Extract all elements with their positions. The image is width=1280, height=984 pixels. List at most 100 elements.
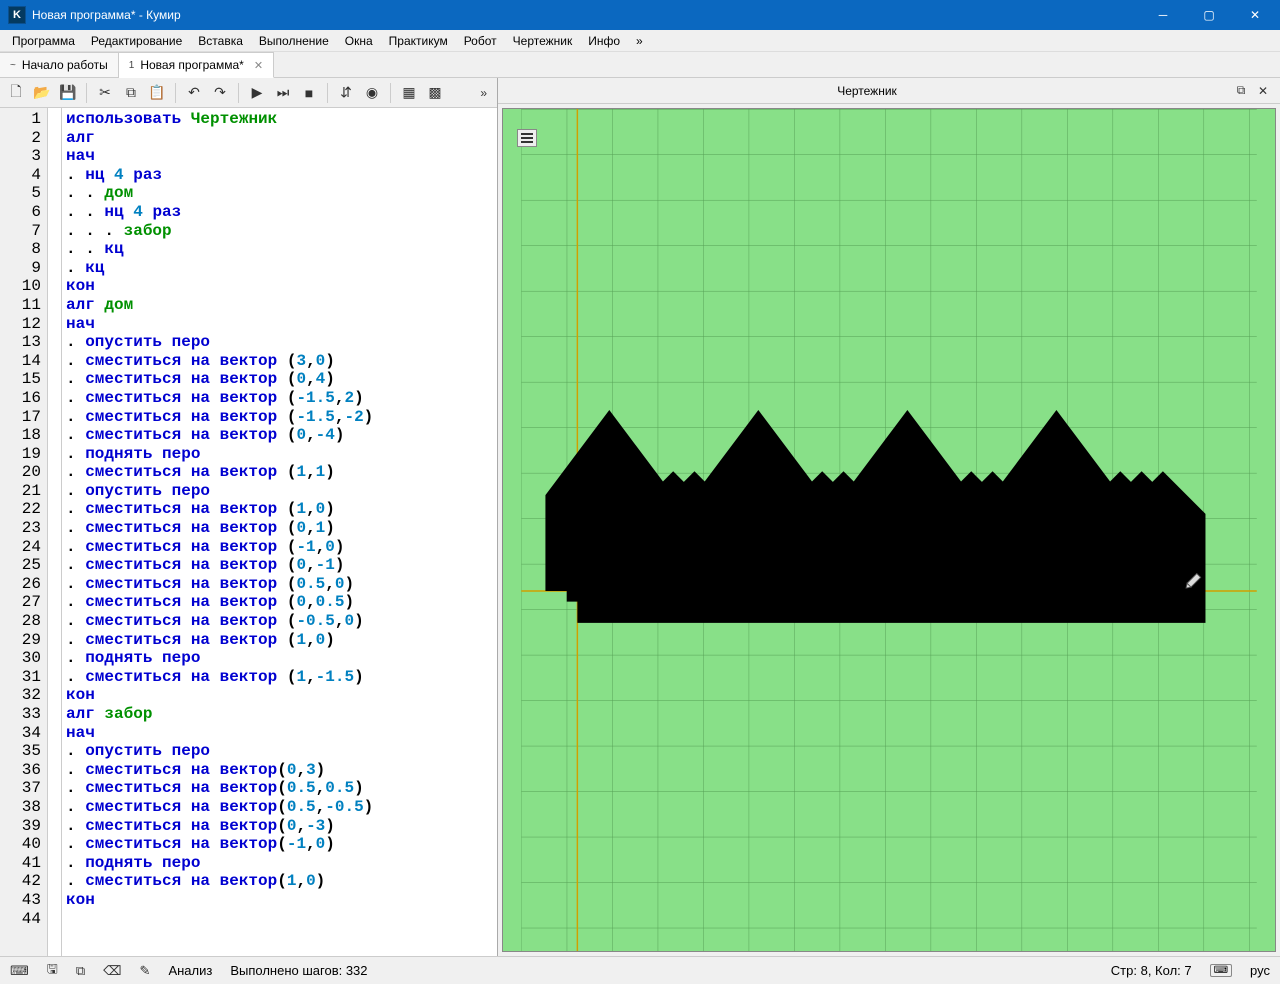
menu-item[interactable]: Инфо	[580, 32, 628, 50]
code-line: кон	[66, 891, 493, 910]
toolbar-more[interactable]: »	[474, 86, 493, 100]
code-line: . сместиться на вектор (0,1)	[66, 519, 493, 538]
tab-label: Начало работы	[22, 58, 108, 72]
canvas-popout-icon[interactable]: ⧉	[1230, 80, 1252, 102]
close-button[interactable]: ✕	[1232, 0, 1278, 30]
code-line: . сместиться на вектор (-1.5,-2)	[66, 408, 493, 427]
code-line: . сместиться на вектор(0.5,-0.5)	[66, 798, 493, 817]
content-row: 🗋 📂 💾 ✂ ⧉ 📋 ↶ ↷ ▶ ⏭ ■ ⇵ ◉ ▦ ▩ »	[0, 78, 1280, 956]
breakpoint-icon[interactable]: ◉	[360, 81, 384, 105]
menu-item[interactable]: Программа	[4, 32, 83, 50]
canvas-title: Чертежник	[504, 84, 1230, 98]
maximize-button[interactable]: ▢	[1186, 0, 1232, 30]
menu-item[interactable]: Вставка	[190, 32, 251, 50]
code-line: нач	[66, 724, 493, 743]
paste-icon[interactable]: 📋	[145, 81, 169, 105]
undo-icon[interactable]: ↶	[182, 81, 206, 105]
sb-terminal-icon[interactable]: ⌨	[10, 963, 29, 979]
canvas-area[interactable]	[502, 108, 1276, 952]
line-number: 6	[0, 203, 41, 222]
code-line: . нц 4 раз	[66, 166, 493, 185]
line-number: 13	[0, 333, 41, 352]
code-line: . сместиться на вектор(-1,0)	[66, 835, 493, 854]
copy-icon[interactable]: ⧉	[119, 81, 143, 105]
line-number: 44	[0, 910, 41, 929]
sb-clear-icon[interactable]: ⌫	[103, 963, 121, 979]
menu-item[interactable]: Выполнение	[251, 32, 337, 50]
grid2-icon[interactable]: ▩	[423, 81, 447, 105]
code-line: . . кц	[66, 240, 493, 259]
editor-body: 1234567891011121314151617181920212223242…	[0, 108, 497, 956]
redo-icon[interactable]: ↷	[208, 81, 232, 105]
code-line: . поднять перо	[66, 445, 493, 464]
menu-item[interactable]: Робот	[456, 32, 505, 50]
tab-icon: 1	[129, 60, 135, 71]
tab-label: Новая программа*	[140, 58, 244, 72]
editor-tab[interactable]: 1 Новая программа* ✕	[119, 52, 274, 78]
code-line: . сместиться на вектор (1,1)	[66, 463, 493, 482]
code-line: алг забор	[66, 705, 493, 724]
save-file-icon[interactable]: 💾	[56, 81, 80, 105]
line-gutter: 1234567891011121314151617181920212223242…	[0, 108, 48, 956]
minimize-button[interactable]: ─	[1140, 0, 1186, 30]
canvas-hamburger-icon[interactable]	[517, 129, 537, 147]
status-steps: Выполнено шагов: 332	[230, 963, 367, 978]
line-number: 21	[0, 482, 41, 501]
menu-item[interactable]: Практикум	[381, 32, 456, 50]
run-fast-icon[interactable]: ⏭	[271, 81, 295, 105]
line-number: 5	[0, 184, 41, 203]
line-number: 24	[0, 538, 41, 557]
stop-icon[interactable]: ■	[297, 81, 321, 105]
line-number: 28	[0, 612, 41, 631]
sb-save-icon[interactable]: 🖫	[47, 960, 58, 982]
tab-close-icon[interactable]: ✕	[254, 59, 263, 72]
grid-icon[interactable]: ▦	[397, 81, 421, 105]
line-number: 3	[0, 147, 41, 166]
line-number: 22	[0, 500, 41, 519]
step-icon[interactable]: ⇵	[334, 81, 358, 105]
code-line	[66, 910, 493, 929]
line-number: 37	[0, 779, 41, 798]
keyboard-icon[interactable]: ⌨	[1210, 964, 1232, 977]
code-line: . поднять перо	[66, 649, 493, 668]
open-file-icon[interactable]: 📂	[30, 81, 54, 105]
line-number: 23	[0, 519, 41, 538]
run-icon[interactable]: ▶	[245, 81, 269, 105]
code-line: нач	[66, 315, 493, 334]
code-line: . опустить перо	[66, 742, 493, 761]
menubar: ПрограммаРедактированиеВставкаВыполнение…	[0, 30, 1280, 52]
canvas-close-icon[interactable]: ✕	[1252, 80, 1274, 102]
code-line: . кц	[66, 259, 493, 278]
code-line: . сместиться на вектор (-1.5,2)	[66, 389, 493, 408]
line-number: 33	[0, 705, 41, 724]
code-line: . сместиться на вектор (0,4)	[66, 370, 493, 389]
code-area[interactable]: использовать Чертежникалгнач. нц 4 раз. …	[62, 108, 497, 956]
status-lang: рус	[1250, 963, 1270, 978]
separator	[238, 83, 239, 103]
code-line: алг дом	[66, 296, 493, 315]
app-icon: K	[8, 6, 26, 24]
line-number: 34	[0, 724, 41, 743]
code-line: . сместиться на вектор (1,0)	[66, 631, 493, 650]
menu-item[interactable]: Окна	[337, 32, 381, 50]
code-line: . сместиться на вектор(0,-3)	[66, 817, 493, 836]
canvas-svg	[503, 109, 1275, 951]
code-line: . . дом	[66, 184, 493, 203]
editor-tab[interactable]: ~Начало работы	[0, 52, 119, 77]
line-number: 17	[0, 408, 41, 427]
cut-icon[interactable]: ✂	[93, 81, 117, 105]
app-window: K Новая программа* - Кумир ─ ▢ ✕ Програм…	[0, 0, 1280, 984]
menu-item[interactable]: »	[628, 32, 651, 50]
code-line: алг	[66, 129, 493, 148]
code-line: . сместиться на вектор (-0.5,0)	[66, 612, 493, 631]
line-number: 16	[0, 389, 41, 408]
menu-item[interactable]: Редактирование	[83, 32, 190, 50]
new-file-icon[interactable]: 🗋	[4, 81, 28, 105]
editor-toolbar: 🗋 📂 💾 ✂ ⧉ 📋 ↶ ↷ ▶ ⏭ ■ ⇵ ◉ ▦ ▩ »	[0, 78, 497, 108]
code-line: . сместиться на вектор (1,-1.5)	[66, 668, 493, 687]
sb-copy-icon[interactable]: ⧉	[76, 963, 85, 979]
separator	[175, 83, 176, 103]
sb-edit-icon[interactable]: ✎	[140, 963, 151, 979]
line-number: 2	[0, 129, 41, 148]
menu-item[interactable]: Чертежник	[505, 32, 581, 50]
